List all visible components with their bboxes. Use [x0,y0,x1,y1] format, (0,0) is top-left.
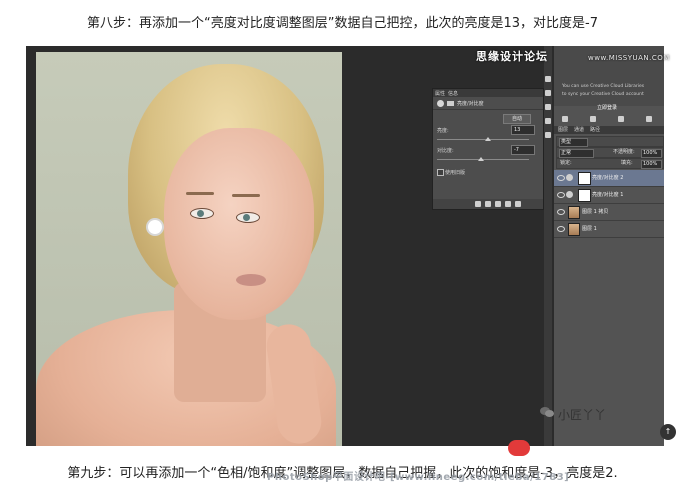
contrast-input[interactable]: -7 [511,145,535,155]
trash-icon[interactable] [515,201,521,207]
use-legacy-checkbox[interactable] [437,169,444,176]
layer-name: 图层 1 [582,226,597,232]
portrait-lips [236,274,266,286]
login-link[interactable]: 立即登录 [588,104,626,112]
opacity-label: 不透明度: [613,149,635,155]
opacity-input[interactable]: 100% [641,149,662,158]
fill-label: 填充: [621,160,633,166]
add-icon[interactable] [590,116,596,122]
scroll-top-button[interactable]: ↑ [660,424,676,440]
layer-row-brightness-1[interactable]: 亮度/对比度 1 [554,187,664,204]
flower-earring [148,220,162,234]
layer-row-layer-1-copy[interactable]: 图层 1 拷贝 [554,204,664,221]
view-previous-icon[interactable] [485,201,491,207]
layer-row-layer-1[interactable]: 图层 1 [554,221,664,238]
auto-button[interactable]: 自动 [503,114,531,124]
layer-row-brightness-2[interactable]: 亮度/对比度 2 [554,170,664,187]
layers-tab-bar: 图层 通道 路径 [554,126,664,134]
clip-icon[interactable] [475,201,481,207]
visibility-eye-icon[interactable] [557,192,565,198]
upload-icon[interactable] [618,116,624,122]
styles-icon[interactable] [545,132,551,138]
adjustments-icon[interactable] [545,118,551,124]
color-icon[interactable] [545,90,551,96]
photoshop-screenshot: 属性 信息 亮度/对比度 自动 亮度: 13 对比度: -7 使用旧版 You … [26,46,664,446]
tab-paths[interactable]: 路径 [590,126,600,134]
right-eyebrow [232,194,260,197]
layer-mask-thumbnail[interactable] [578,172,591,185]
layer-kind-select[interactable]: 类型 [559,138,588,147]
tab-properties[interactable]: 属性 [435,90,445,97]
contrast-label: 对比度: [437,148,454,154]
brightness-input[interactable]: 13 [511,125,535,135]
layer-thumbnail [568,206,580,219]
brightness-slider-thumb[interactable] [485,137,491,141]
right-eye [236,212,260,223]
panel-icon-strip [544,46,552,446]
lock-row: 锁定: 填充: 100% [556,158,664,169]
visibility-icon[interactable] [505,201,511,207]
fill-input[interactable]: 100% [641,160,662,169]
red-share-button[interactable] [508,440,530,456]
portrait-face [164,128,314,320]
layer-mask-icon[interactable] [447,100,454,106]
properties-footer [433,199,543,209]
layer-mask-thumbnail[interactable] [578,189,591,202]
visibility-eye-icon[interactable] [557,175,565,181]
tab-layers[interactable]: 图层 [558,126,568,134]
layer-name: 亮度/对比度 1 [592,192,624,198]
history-icon[interactable] [545,76,551,82]
wechat-watermark: 小匠丫丫 [558,408,607,422]
brightness-icon [437,99,444,107]
left-eye [190,208,214,219]
site-watermark-cn: 思缘设计论坛 [476,50,548,63]
libraries-message-line-2: to sync your Creative Cloud account [562,92,644,97]
right-panel: You can use Creative Cloud Libraries to … [554,46,664,446]
tab-channels[interactable]: 通道 [574,126,584,134]
tab-info[interactable]: 信息 [448,90,458,97]
brightness-adjustment-icon [566,174,573,181]
bottom-watermark: PhotoShop平面设计吧-[www.lineeg.com/tieba/178… [267,472,570,483]
properties-title: 亮度/对比度 [457,100,484,107]
visibility-eye-icon[interactable] [557,226,565,232]
site-watermark-en: www.MISSYUAN.COM [588,54,670,62]
libraries-icons [562,114,658,122]
lock-label: 锁定: [560,160,572,166]
trash-icon[interactable] [646,116,652,122]
document-canvas[interactable] [36,52,342,446]
brightness-label: 亮度: [437,128,449,134]
visibility-eye-icon[interactable] [557,209,565,215]
brightness-adjustment-icon [566,191,573,198]
libraries-message-line-1: You can use Creative Cloud Libraries [562,84,645,89]
properties-panel: 属性 信息 亮度/对比度 自动 亮度: 13 对比度: -7 使用旧版 [432,88,544,210]
color-swatch-icon[interactable] [562,116,568,122]
properties-tab-bar: 属性 信息 [433,89,543,97]
blend-row: 正常 不透明度: 100% [556,147,664,158]
step-eight-caption: 第八步：再添加一个“亮度对比度调整图层”数据自己把控，此次的亮度是13，对比度是… [87,16,598,31]
layer-name: 亮度/对比度 2 [592,175,624,181]
layer-name: 图层 1 拷贝 [582,209,609,215]
layer-thumbnail [568,223,580,236]
brightness-slider[interactable] [437,139,529,140]
left-eyebrow [186,192,214,195]
use-legacy-label: 使用旧版 [445,170,466,176]
reset-icon[interactable] [495,201,501,207]
layer-filter-row: 类型 [556,136,664,147]
wechat-icon [540,407,554,417]
properties-header: 亮度/对比度 [433,97,543,110]
contrast-slider-thumb[interactable] [478,157,484,161]
swatches-icon[interactable] [545,104,551,110]
blend-mode-select[interactable]: 正常 [559,149,594,158]
